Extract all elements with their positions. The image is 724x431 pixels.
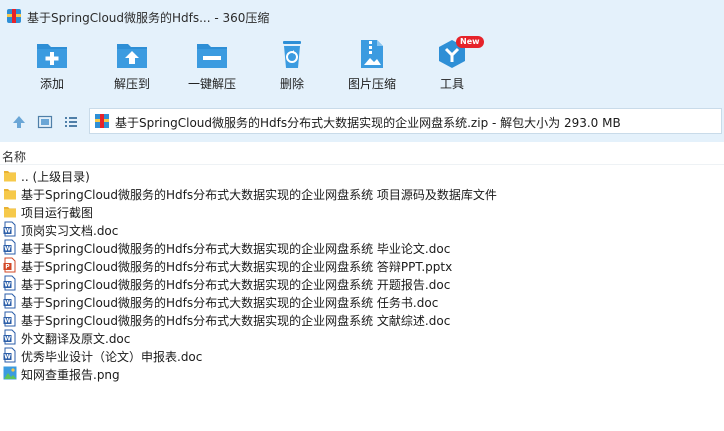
window-title: 基于SpringCloud微服务的Hdfs... - 360压缩 [27, 11, 270, 25]
list-item-name: 基于SpringCloud微服务的Hdfs分布式大数据实现的企业网盘系统 答辩P… [21, 260, 453, 274]
toolbar: 添加 解压到 一键解压 删除 图片压缩 New 工具 [0, 34, 724, 102]
add-label: 添加 [39, 77, 64, 91]
title-bar: 基于SpringCloud微服务的Hdfs... - 360压缩 [0, 0, 724, 34]
extract-folder-icon [117, 44, 147, 68]
one-click-extract-label: 一键解压 [187, 77, 236, 91]
app-logo-icon [7, 9, 21, 23]
extract-to-button[interactable]: 解压到 [92, 38, 172, 100]
trash-icon [283, 41, 301, 68]
zip-archive-icon [95, 114, 109, 128]
powerpoint-icon: P [3, 257, 17, 273]
delete-label: 删除 [279, 77, 304, 91]
new-badge: New [456, 36, 484, 48]
list-item[interactable]: W 基于SpringCloud微服务的Hdfs分布式大数据实现的企业网盘系统 毕业… [0, 238, 724, 256]
list-item[interactable]: W 基于SpringCloud微服务的Hdfs分布式大数据实现的企业网盘系统 文献… [0, 310, 724, 328]
word-doc-icon: W [3, 221, 17, 237]
word-doc-icon: W [3, 311, 17, 327]
tools-label: 工具 [439, 77, 464, 91]
list-item[interactable]: W 顶岗实习文档.doc [0, 220, 724, 238]
column-header: 名称 [0, 142, 724, 165]
list-item-name: 项目运行截图 [21, 206, 94, 220]
delete-button[interactable]: 删除 [252, 38, 332, 100]
list-item[interactable]: 项目运行截图 [0, 202, 724, 220]
svg-text:W: W [4, 228, 11, 235]
file-list: .. (上级目录) 基于SpringCloud微服务的Hdfs分布式大数据实现的企… [0, 166, 724, 382]
folder-icon [3, 185, 17, 201]
image-compress-button[interactable]: 图片压缩 [332, 38, 412, 100]
list-item-name: 外文翻译及原文.doc [21, 332, 131, 346]
svg-text:W: W [4, 300, 11, 307]
svg-text:W: W [4, 246, 11, 253]
svg-text:W: W [4, 336, 11, 343]
svg-text:P: P [5, 264, 10, 271]
list-item[interactable]: P 基于SpringCloud微服务的Hdfs分布式大数据实现的企业网盘系统 答辩… [0, 256, 724, 274]
word-doc-icon: W [3, 329, 17, 345]
svg-text:W: W [4, 318, 11, 325]
archive-path: 基于SpringCloud微服务的Hdfs分布式大数据实现的企业网盘系统.zip… [115, 116, 621, 130]
extract-to-label: 解压到 [113, 77, 150, 91]
folder-icon [3, 203, 17, 219]
up-arrow-icon[interactable] [11, 114, 27, 130]
add-icon [37, 44, 67, 68]
list-item-name: .. (上级目录) [21, 170, 90, 184]
thumbnail-view-icon[interactable] [37, 114, 53, 130]
address-field[interactable]: 基于SpringCloud微服务的Hdfs分布式大数据实现的企业网盘系统.zip… [89, 108, 722, 134]
add-button[interactable]: 添加 [12, 38, 92, 100]
list-item-name: 优秀毕业设计（论文）申报表.doc [21, 350, 203, 364]
image-zip-icon [361, 40, 383, 68]
word-doc-icon: W [3, 275, 17, 291]
word-doc-icon: W [3, 347, 17, 363]
list-item[interactable]: W 外文翻译及原文.doc [0, 328, 724, 346]
word-doc-icon: W [3, 293, 17, 309]
tools-button[interactable]: New 工具 [412, 36, 492, 100]
svg-text:W: W [4, 282, 11, 289]
list-item[interactable]: W 优秀毕业设计（论文）申报表.doc [0, 346, 724, 364]
image-file-icon [3, 365, 17, 381]
list-item[interactable]: W 基于SpringCloud微服务的Hdfs分布式大数据实现的企业网盘系统 开题… [0, 274, 724, 292]
one-click-extract-button[interactable]: 一键解压 [172, 38, 252, 100]
list-item[interactable]: .. (上级目录) [0, 166, 724, 184]
list-item-name: 基于SpringCloud微服务的Hdfs分布式大数据实现的企业网盘系统 开题报… [21, 278, 451, 292]
list-item[interactable]: 知网查重报告.png [0, 364, 724, 382]
list-item-name: 顶岗实习文档.doc [21, 224, 119, 238]
list-item-name: 基于SpringCloud微服务的Hdfs分布式大数据实现的企业网盘系统 毕业论… [21, 242, 451, 256]
one-click-extract-icon [197, 44, 227, 68]
list-view-icon[interactable] [63, 114, 79, 130]
svg-text:W: W [4, 354, 11, 361]
image-compress-label: 图片压缩 [347, 77, 396, 91]
word-doc-icon: W [3, 239, 17, 255]
list-item-name: 基于SpringCloud微服务的Hdfs分布式大数据实现的企业网盘系统 文献综… [21, 314, 451, 328]
list-item-name: 知网查重报告.png [21, 368, 120, 382]
list-item[interactable]: W 基于SpringCloud微服务的Hdfs分布式大数据实现的企业网盘系统 任务… [0, 292, 724, 310]
column-name-header[interactable]: 名称 [2, 148, 26, 165]
folder-icon [3, 167, 17, 183]
list-item[interactable]: 基于SpringCloud微服务的Hdfs分布式大数据实现的企业网盘系统 项目源… [0, 184, 724, 202]
list-item-name: 基于SpringCloud微服务的Hdfs分布式大数据实现的企业网盘系统 项目源… [21, 188, 497, 202]
list-item-name: 基于SpringCloud微服务的Hdfs分布式大数据实现的企业网盘系统 任务书… [21, 296, 439, 310]
